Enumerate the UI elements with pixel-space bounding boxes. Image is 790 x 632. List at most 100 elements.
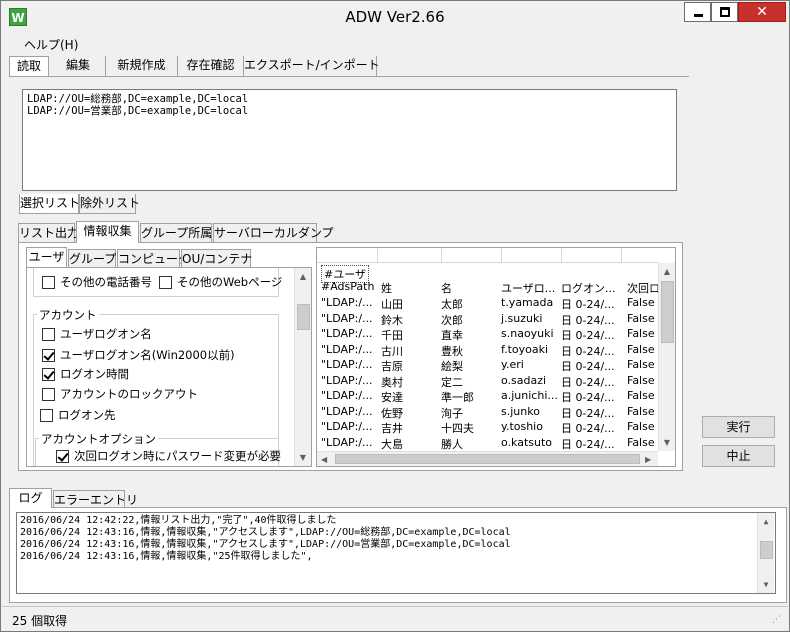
tab-create[interactable]: 新規作成 xyxy=(106,56,178,76)
tab-export-import[interactable]: エクスポート/インポート xyxy=(244,56,380,76)
scroll-down-arrow-icon[interactable]: ▼ xyxy=(758,576,774,593)
grid-cell[interactable]: f.toyoaki xyxy=(501,343,548,356)
tab-list-output[interactable]: リスト出力 xyxy=(18,223,79,243)
grid-cell[interactable]: "LDAP:/... xyxy=(321,420,373,433)
grid-header-next-logon[interactable]: 次回ロ xyxy=(627,280,660,296)
tab-log[interactable]: ログ xyxy=(9,488,52,508)
tab-edit[interactable]: 編集 xyxy=(51,56,106,76)
grid-cell[interactable]: False xyxy=(627,405,655,418)
grid-cell[interactable]: 洵子 xyxy=(441,405,463,421)
scroll-thumb[interactable] xyxy=(661,281,674,343)
grid-header-logon-name[interactable]: ユーザロ... xyxy=(501,280,555,296)
menu-help[interactable]: ヘルプ(H) xyxy=(24,36,78,53)
grid-cell[interactable]: "LDAP:/... xyxy=(321,312,373,325)
minimize-button[interactable] xyxy=(684,2,711,22)
grid-cell[interactable]: 日 0-24/... xyxy=(561,389,615,405)
must-change-password-checkbox[interactable]: 次回ログオン時にパスワード変更が必要 xyxy=(56,448,281,464)
grid-cell[interactable]: 山田 xyxy=(381,296,403,312)
grid-cell[interactable]: False xyxy=(627,389,655,402)
result-grid[interactable]: #ユーザ #AdsPath 姓名ユーザロ... ログオン... 次回ロ "LDAP:/.… xyxy=(316,247,676,467)
grid-cell[interactable]: 吉原 xyxy=(381,358,403,374)
grid-cell[interactable]: "LDAP:/... xyxy=(321,343,373,356)
grid-header-logon-hours[interactable]: ログオン... xyxy=(561,280,616,296)
run-button[interactable]: 実行 xyxy=(702,416,775,438)
grid-cell[interactable]: y.eri xyxy=(501,358,524,371)
checkbox-box[interactable] xyxy=(42,367,55,381)
grid-cell[interactable]: 日 0-24/... xyxy=(561,343,615,359)
grid-vertical-scrollbar[interactable]: ▲ ▼ xyxy=(658,263,675,451)
tab-group[interactable]: グループ xyxy=(68,249,116,269)
checkbox-box[interactable] xyxy=(40,408,53,422)
tab-group-membership[interactable]: グループ所属 xyxy=(140,223,212,243)
other-phone-checkbox[interactable]: その他の電話番号 xyxy=(42,274,152,290)
log-textbox[interactable]: 2016/06/24 12:42:22,情報リスト出力,"完了",40件取得しま… xyxy=(16,512,776,594)
grid-cell[interactable]: t.yamada xyxy=(501,296,553,309)
grid-cell[interactable]: "LDAP:/... xyxy=(321,296,373,309)
grid-cell[interactable]: 日 0-24/... xyxy=(561,312,615,328)
tab-user[interactable]: ユーザ xyxy=(26,247,67,267)
options-scrollbar[interactable]: ▲ ▼ xyxy=(294,268,311,466)
scroll-up-arrow-icon[interactable]: ▲ xyxy=(659,263,675,280)
grid-cell[interactable]: False xyxy=(627,358,655,371)
tab-server-local-dump[interactable]: サーバローカルダンプ xyxy=(213,223,334,243)
ldap-path-item[interactable]: LDAP://OU=営業部,DC=example,DC=local xyxy=(27,105,672,117)
scroll-down-arrow-icon[interactable]: ▼ xyxy=(659,434,675,451)
grid-cell[interactable]: 安達 xyxy=(381,389,403,405)
grid-cell[interactable]: False xyxy=(627,436,655,449)
tab-info-collect[interactable]: 情報収集 xyxy=(76,221,139,243)
grid-cell[interactable]: False xyxy=(627,374,655,387)
ldap-path-list[interactable]: LDAP://OU=総務部,DC=example,DC=local LDAP:/… xyxy=(22,89,677,191)
resize-grip-icon[interactable]: ⋰ xyxy=(772,615,781,625)
grid-cell[interactable]: "LDAP:/... xyxy=(321,436,373,449)
grid-cell[interactable]: 十四夫 xyxy=(441,420,474,436)
tab-excluded-list[interactable]: 除外リスト xyxy=(79,194,140,214)
grid-cell[interactable]: 鈴木 xyxy=(381,312,403,328)
grid-cell[interactable]: o.sadazi xyxy=(501,374,546,387)
close-button[interactable]: ✕ xyxy=(738,2,786,22)
grid-cell[interactable]: "LDAP:/... xyxy=(321,358,373,371)
grid-cell[interactable]: 大島 xyxy=(381,436,403,452)
grid-cell[interactable]: 次郎 xyxy=(441,312,463,328)
grid-cell[interactable]: s.junko xyxy=(501,405,540,418)
grid-header-givenname[interactable]: 名 xyxy=(441,280,452,296)
grid-cell[interactable]: y.toshio xyxy=(501,420,543,433)
checkbox-box[interactable] xyxy=(56,449,69,463)
checkbox-box[interactable] xyxy=(42,275,55,289)
grid-cell[interactable]: False xyxy=(627,312,655,325)
grid-cell[interactable]: 日 0-24/... xyxy=(561,327,615,343)
tab-read[interactable]: 読取 xyxy=(9,56,49,76)
grid-cell[interactable]: 佐野 xyxy=(381,405,403,421)
scroll-thumb[interactable] xyxy=(297,304,310,330)
logon-name-pre2000-checkbox[interactable]: ユーザログオン名(Win2000以前) xyxy=(42,347,235,363)
grid-cell[interactable]: 日 0-24/... xyxy=(561,405,615,421)
grid-cell[interactable]: 奥村 xyxy=(381,374,403,390)
tab-ou-container[interactable]: OU/コンテナ xyxy=(181,249,252,269)
grid-cell[interactable]: 日 0-24/... xyxy=(561,436,615,452)
grid-cell[interactable]: 日 0-24/... xyxy=(561,358,615,374)
stop-button[interactable]: 中止 xyxy=(702,445,775,467)
other-web-checkbox[interactable]: その他のWebページ xyxy=(159,274,282,290)
grid-cell[interactable]: 準一郎 xyxy=(441,389,474,405)
grid-cell[interactable]: 古川 xyxy=(381,343,403,359)
checkbox-box[interactable] xyxy=(42,327,55,341)
grid-cell[interactable]: 日 0-24/... xyxy=(561,374,615,390)
grid-header-surname[interactable]: 姓 xyxy=(381,280,392,296)
grid-header-adspath[interactable]: #AdsPath xyxy=(321,280,374,293)
grid-cell[interactable]: "LDAP:/... xyxy=(321,389,373,402)
grid-cell[interactable]: 直幸 xyxy=(441,327,463,343)
grid-cell[interactable]: 定二 xyxy=(441,374,463,390)
grid-horizontal-scrollbar[interactable]: ◀ ▶ xyxy=(317,451,658,466)
logon-hours-checkbox[interactable]: ログオン時間 xyxy=(42,366,129,382)
scroll-thumb[interactable] xyxy=(335,454,640,464)
scroll-down-arrow-icon[interactable]: ▼ xyxy=(295,449,311,466)
tab-selected-list[interactable]: 選択リスト xyxy=(19,194,80,214)
scroll-up-arrow-icon[interactable]: ▲ xyxy=(758,513,774,530)
scroll-right-arrow-icon[interactable]: ▶ xyxy=(645,452,651,466)
grid-cell[interactable]: False xyxy=(627,420,655,433)
grid-cell[interactable]: 絵梨 xyxy=(441,358,463,374)
scroll-up-arrow-icon[interactable]: ▲ xyxy=(295,268,311,285)
scroll-left-arrow-icon[interactable]: ◀ xyxy=(321,452,327,466)
grid-cell[interactable]: 千田 xyxy=(381,327,403,343)
grid-cell[interactable]: 日 0-24/... xyxy=(561,296,615,312)
checkbox-box[interactable] xyxy=(159,275,172,289)
